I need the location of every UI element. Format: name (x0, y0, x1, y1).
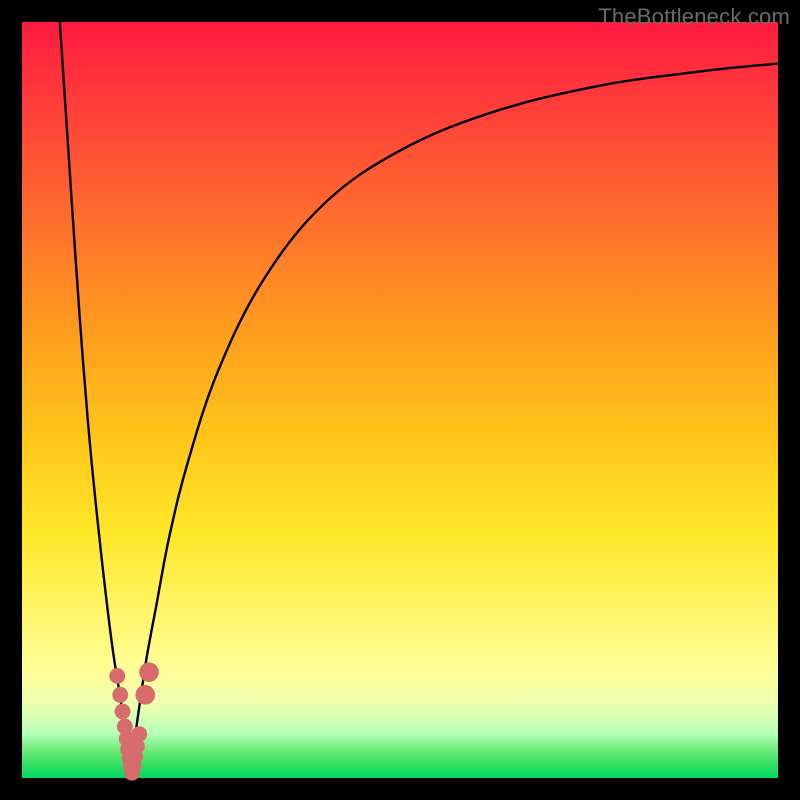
chart-frame: TheBottleneck.com (0, 0, 800, 800)
data-marker (115, 704, 131, 720)
data-marker (139, 662, 159, 682)
data-marker (109, 668, 125, 684)
data-marker (135, 685, 155, 705)
curve-right-branch (131, 64, 778, 775)
curve-layer (22, 22, 778, 778)
data-marker (112, 687, 128, 703)
watermark-text: TheBottleneck.com (598, 4, 790, 30)
data-marker (131, 726, 147, 742)
curve-left-branch (60, 22, 131, 774)
plot-area (22, 22, 778, 778)
marker-layer (109, 662, 159, 780)
